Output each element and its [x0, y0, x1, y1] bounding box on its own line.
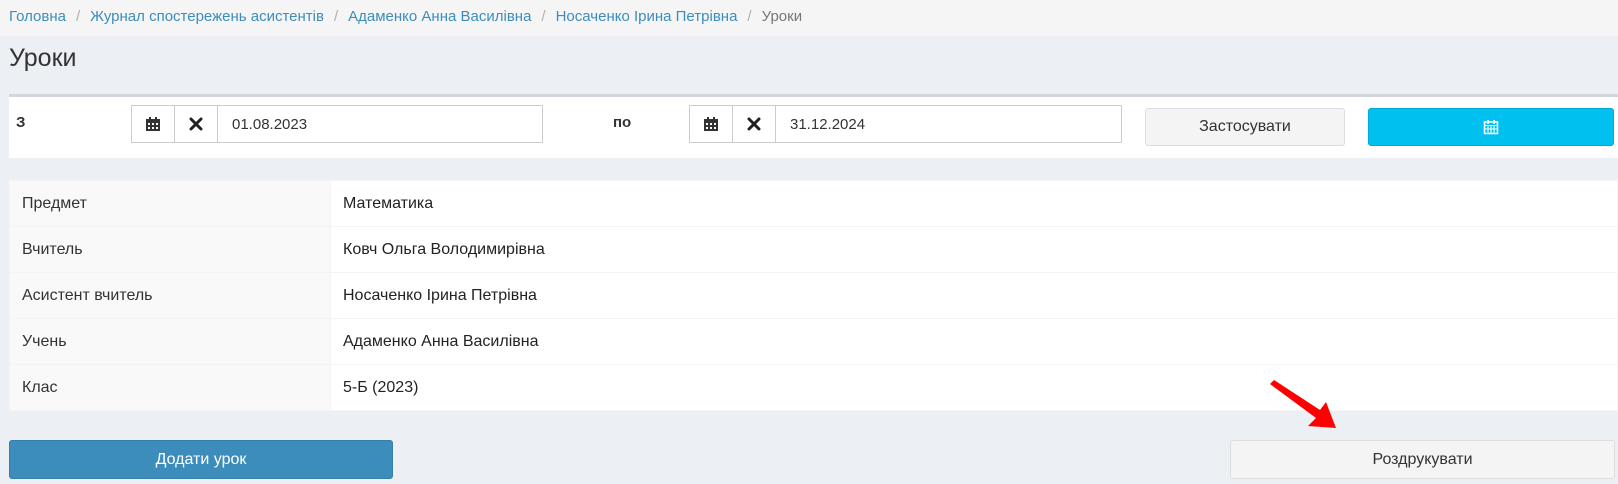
page-title: Уроки [9, 44, 77, 72]
breadcrumb-separator: / [541, 8, 546, 25]
apply-button[interactable]: Застосувати [1145, 108, 1345, 146]
lesson-info-table: Предмет Математика Вчитель Ковч Ольга Во… [9, 180, 1618, 411]
row-value: 5-Б (2023) [330, 364, 1618, 411]
from-date-clear-button[interactable] [174, 105, 218, 143]
breadcrumb-separator: / [333, 8, 339, 25]
row-value: Математика [330, 180, 1618, 227]
row-value: Ковч Ольга Володимирівна [330, 226, 1618, 273]
breadcrumb-link-home[interactable]: Головна [9, 8, 66, 25]
row-label: Асистент вчитель [9, 272, 331, 319]
date-filter-panel: З по [9, 94, 1618, 158]
times-icon [189, 117, 203, 131]
row-value: Адаменко Анна Василівна [330, 318, 1618, 365]
from-date-label: З [16, 114, 26, 131]
calendar-icon [146, 117, 160, 131]
table-row: Вчитель Ковч Ольга Володимирівна [9, 226, 1618, 273]
breadcrumb: Головна / Журнал спостережень асистентів / А… [0, 0, 1618, 36]
from-date-input[interactable] [217, 105, 543, 143]
calendar-button[interactable] [1368, 108, 1614, 146]
row-label: Вчитель [9, 226, 331, 273]
breadcrumb-link-student[interactable]: Адаменко Анна Василівна [348, 8, 531, 25]
table-row: Асистент вчитель Носаченко Ірина Петрівн… [9, 272, 1618, 319]
breadcrumb-separator: / [76, 8, 81, 25]
table-row: Клас 5-Б (2023) [9, 364, 1618, 411]
breadcrumb-link-journal[interactable]: Журнал спостережень асистентів [90, 8, 324, 25]
print-button[interactable]: Роздрукувати [1230, 440, 1615, 479]
to-date-input[interactable] [775, 105, 1122, 143]
row-value: Носаченко Ірина Петрівна [330, 272, 1618, 319]
row-label: Учень [9, 318, 331, 365]
add-lesson-button[interactable]: Додати урок [9, 440, 393, 479]
annotation-arrow-icon [1270, 380, 1336, 428]
to-date-clear-button[interactable] [732, 105, 776, 143]
calendar-icon [704, 117, 718, 131]
times-icon [747, 117, 761, 131]
table-row: Учень Адаменко Анна Василівна [9, 318, 1618, 365]
breadcrumb-current: Уроки [761, 8, 803, 25]
from-date-picker-button[interactable] [131, 105, 175, 143]
table-row: Предмет Математика [9, 180, 1618, 227]
row-label: Предмет [9, 180, 331, 227]
breadcrumb-link-assistant[interactable]: Носаченко Ірина Петрівна [556, 8, 738, 25]
row-label: Клас [9, 364, 331, 411]
calendar-icon [1483, 120, 1499, 135]
to-date-picker-button[interactable] [689, 105, 733, 143]
to-date-label: по [613, 114, 632, 131]
breadcrumb-separator: / [747, 8, 752, 25]
